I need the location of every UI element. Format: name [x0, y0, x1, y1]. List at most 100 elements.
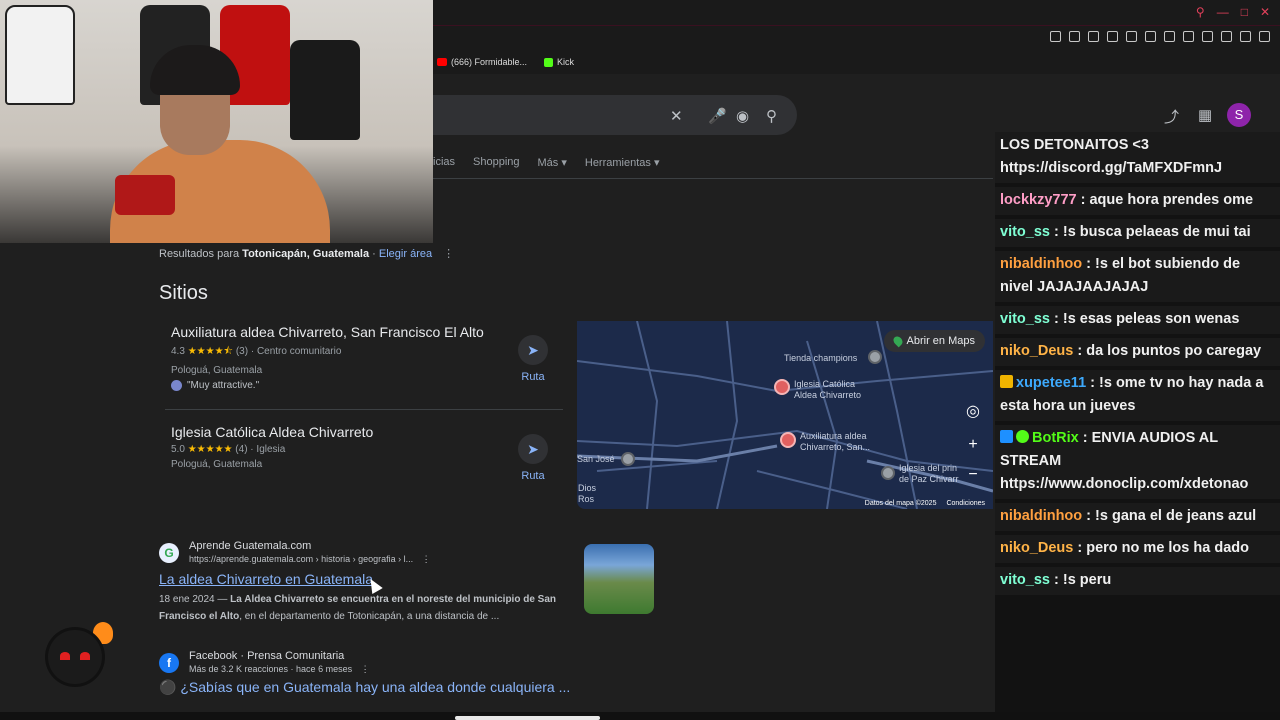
tab-shopping[interactable]: Shopping [473, 156, 520, 169]
rating: 4.3 [171, 346, 185, 357]
chat-text: : da los puntos po caregay [1073, 343, 1262, 359]
close-icon[interactable]: ✕ [1260, 5, 1270, 19]
bookmark-label: (666) Formidable... [451, 57, 528, 67]
route-button[interactable]: ➤ Ruta [513, 434, 553, 482]
chat-username[interactable]: niko_Deus [1000, 540, 1073, 556]
profile-icon[interactable] [1221, 31, 1232, 42]
chat-username[interactable]: BotRix [1032, 430, 1079, 446]
zoom-out-icon[interactable]: − [962, 464, 984, 486]
chat-message: niko_Deus : da los puntos po caregay [995, 338, 1280, 366]
review-count: (3) [235, 346, 249, 357]
apps-grid-icon[interactable]: ▦ [1198, 106, 1212, 124]
bookmark-label: Kick [557, 57, 575, 67]
chat-username[interactable]: nibaldinhoo [1000, 508, 1082, 524]
place-name[interactable]: Auxiliatura aldea Chivarreto, San Franci… [171, 324, 561, 340]
place-category: Iglesia [256, 444, 286, 455]
chat-text: : !s peru [1049, 572, 1112, 588]
result-thumbnail[interactable] [584, 544, 654, 614]
extension-icon[interactable] [1145, 31, 1156, 42]
map-label-sanjose: San José [577, 454, 615, 464]
store-pin-icon[interactable] [868, 350, 882, 364]
screenshot-icon[interactable] [1088, 31, 1099, 42]
extension-icon[interactable] [1183, 31, 1194, 42]
cast-icon[interactable] [1107, 31, 1118, 42]
search-box[interactable]: ✕ 🎤 ◉ ⚲ [433, 95, 797, 135]
more-options-icon[interactable]: ⋮ [361, 664, 370, 674]
map-label-iglesia-paz: Iglesia del prin de Paz Chivarr [899, 463, 959, 484]
map-footer: Datos del mapa ©2025 Condiciones [865, 500, 985, 507]
result-site-name: Facebook · Prensa Comunitaria [189, 650, 345, 662]
extension-icon[interactable] [1164, 31, 1175, 42]
route-label: Ruta [521, 371, 545, 383]
chat-text: : aque hora prendes ome [1076, 192, 1254, 208]
map-terms-link[interactable]: Condiciones [946, 500, 985, 507]
place-pin-icon[interactable] [621, 452, 635, 466]
result-source[interactable]: G Aprende Guatemala.com https://aprende.… [159, 540, 561, 565]
chat-username[interactable]: xupetee11 [1016, 375, 1086, 391]
locate-icon[interactable]: ◎ [962, 401, 984, 423]
pin-icon[interactable] [1069, 31, 1080, 42]
star-rating: ★★★★★ [187, 444, 233, 455]
open-in-maps-button[interactable]: Abrir en Maps [883, 330, 985, 352]
chat-username[interactable]: vito_ss [1000, 572, 1050, 588]
zoom-icon[interactable] [1050, 31, 1061, 42]
taskbar-indicator [455, 716, 600, 720]
more-options-icon[interactable]: ⋮ [443, 248, 454, 260]
result-meta: Más de 3.2 K reacciones · hace 6 meses ⋮ [189, 664, 370, 674]
rating: 5.0 [171, 444, 185, 455]
maximize-icon[interactable]: □ [1241, 5, 1248, 19]
tab-more[interactable]: Más ▾ [538, 156, 567, 169]
tab-news[interactable]: icias [433, 156, 455, 169]
puzzle-icon[interactable] [1202, 31, 1213, 42]
place-address: Pologuá, Guatemala [171, 459, 263, 470]
minimize-icon[interactable]: — [1217, 5, 1229, 19]
zoom-in-icon[interactable]: + [962, 434, 984, 456]
result-url: https://aprende.guatemala.com › historia… [189, 554, 431, 564]
chat-username[interactable]: niko_Deus [1000, 343, 1073, 359]
change-area-link[interactable]: Elegir área [379, 248, 432, 260]
share-icon[interactable]: ⤴ [1164, 106, 1179, 127]
chat-username[interactable]: lockkzy777 [1000, 192, 1077, 208]
place-card[interactable]: Auxiliatura aldea Chivarreto, San Franci… [171, 324, 561, 391]
map-preview[interactable]: Abrir en Maps Tienda champions Iglesia C… [577, 321, 993, 509]
download-icon[interactable] [1240, 31, 1251, 42]
map-pin-icon [891, 334, 904, 348]
result-snippet: 18 ene 2024 — La Aldea Chivarreto se enc… [159, 591, 561, 625]
map-marker-iglesia[interactable] [774, 379, 790, 395]
church-pin-icon[interactable] [881, 466, 895, 480]
facebook-icon: f [159, 652, 179, 673]
heart-icon[interactable] [1126, 31, 1137, 42]
map-marker-auxiliatura[interactable] [780, 432, 796, 448]
results-location: Resultados para Totonicapán, Guatemala ·… [159, 247, 454, 260]
mic-icon[interactable]: 🎤 [708, 107, 727, 125]
route-button[interactable]: ➤ Ruta [513, 335, 553, 383]
map-attribution: Datos del mapa ©2025 [864, 500, 937, 507]
close-icon[interactable]: ✕ [670, 107, 683, 125]
directions-icon[interactable]: ➤ [518, 335, 548, 365]
result-source[interactable]: f Facebook · Prensa Comunitaria Más de 3… [159, 650, 570, 675]
chat-username[interactable]: vito_ss [1000, 311, 1050, 327]
chat-text: : pero no me los ha dado [1073, 540, 1249, 556]
search-icon[interactable]: ⚲ [766, 107, 777, 125]
bookmark-youtube[interactable]: (666) Formidable... [437, 57, 527, 67]
place-card[interactable]: Iglesia Católica Aldea Chivarreto 5.0 ★★… [171, 424, 561, 470]
place-name[interactable]: Iglesia Católica Aldea Chivarreto [171, 424, 561, 440]
chat-username[interactable]: vito_ss [1000, 224, 1050, 240]
bookmark-kick[interactable]: Kick [544, 57, 574, 67]
chat-text: : !s esas peleas son wenas [1049, 311, 1240, 327]
chat-message: xupetee11 : !s ome tv no hay nada a esta… [995, 370, 1280, 421]
crown-badge-icon [1000, 375, 1013, 388]
tab-tools[interactable]: Herramientas ▾ [585, 156, 660, 169]
bot-badge-icon [1000, 430, 1013, 443]
chat-username[interactable]: nibaldinhoo [1000, 256, 1082, 272]
lens-icon[interactable]: ◉ [736, 107, 749, 125]
chat-text: : !s gana el de jeans azul [1082, 508, 1257, 524]
result-title-link[interactable]: ⚫ ¿Sabías que en Guatemala hay una aldea… [159, 679, 570, 696]
result-title-link[interactable]: La aldea Chivarreto en Guatemala [159, 571, 561, 587]
directions-icon[interactable]: ➤ [518, 434, 548, 464]
menu-icon[interactable] [1259, 31, 1270, 42]
avatar[interactable]: S [1227, 103, 1251, 127]
phone-image [115, 175, 175, 215]
search-icon[interactable]: ⚲ [1196, 5, 1205, 19]
more-options-icon[interactable]: ⋮ [422, 554, 431, 564]
